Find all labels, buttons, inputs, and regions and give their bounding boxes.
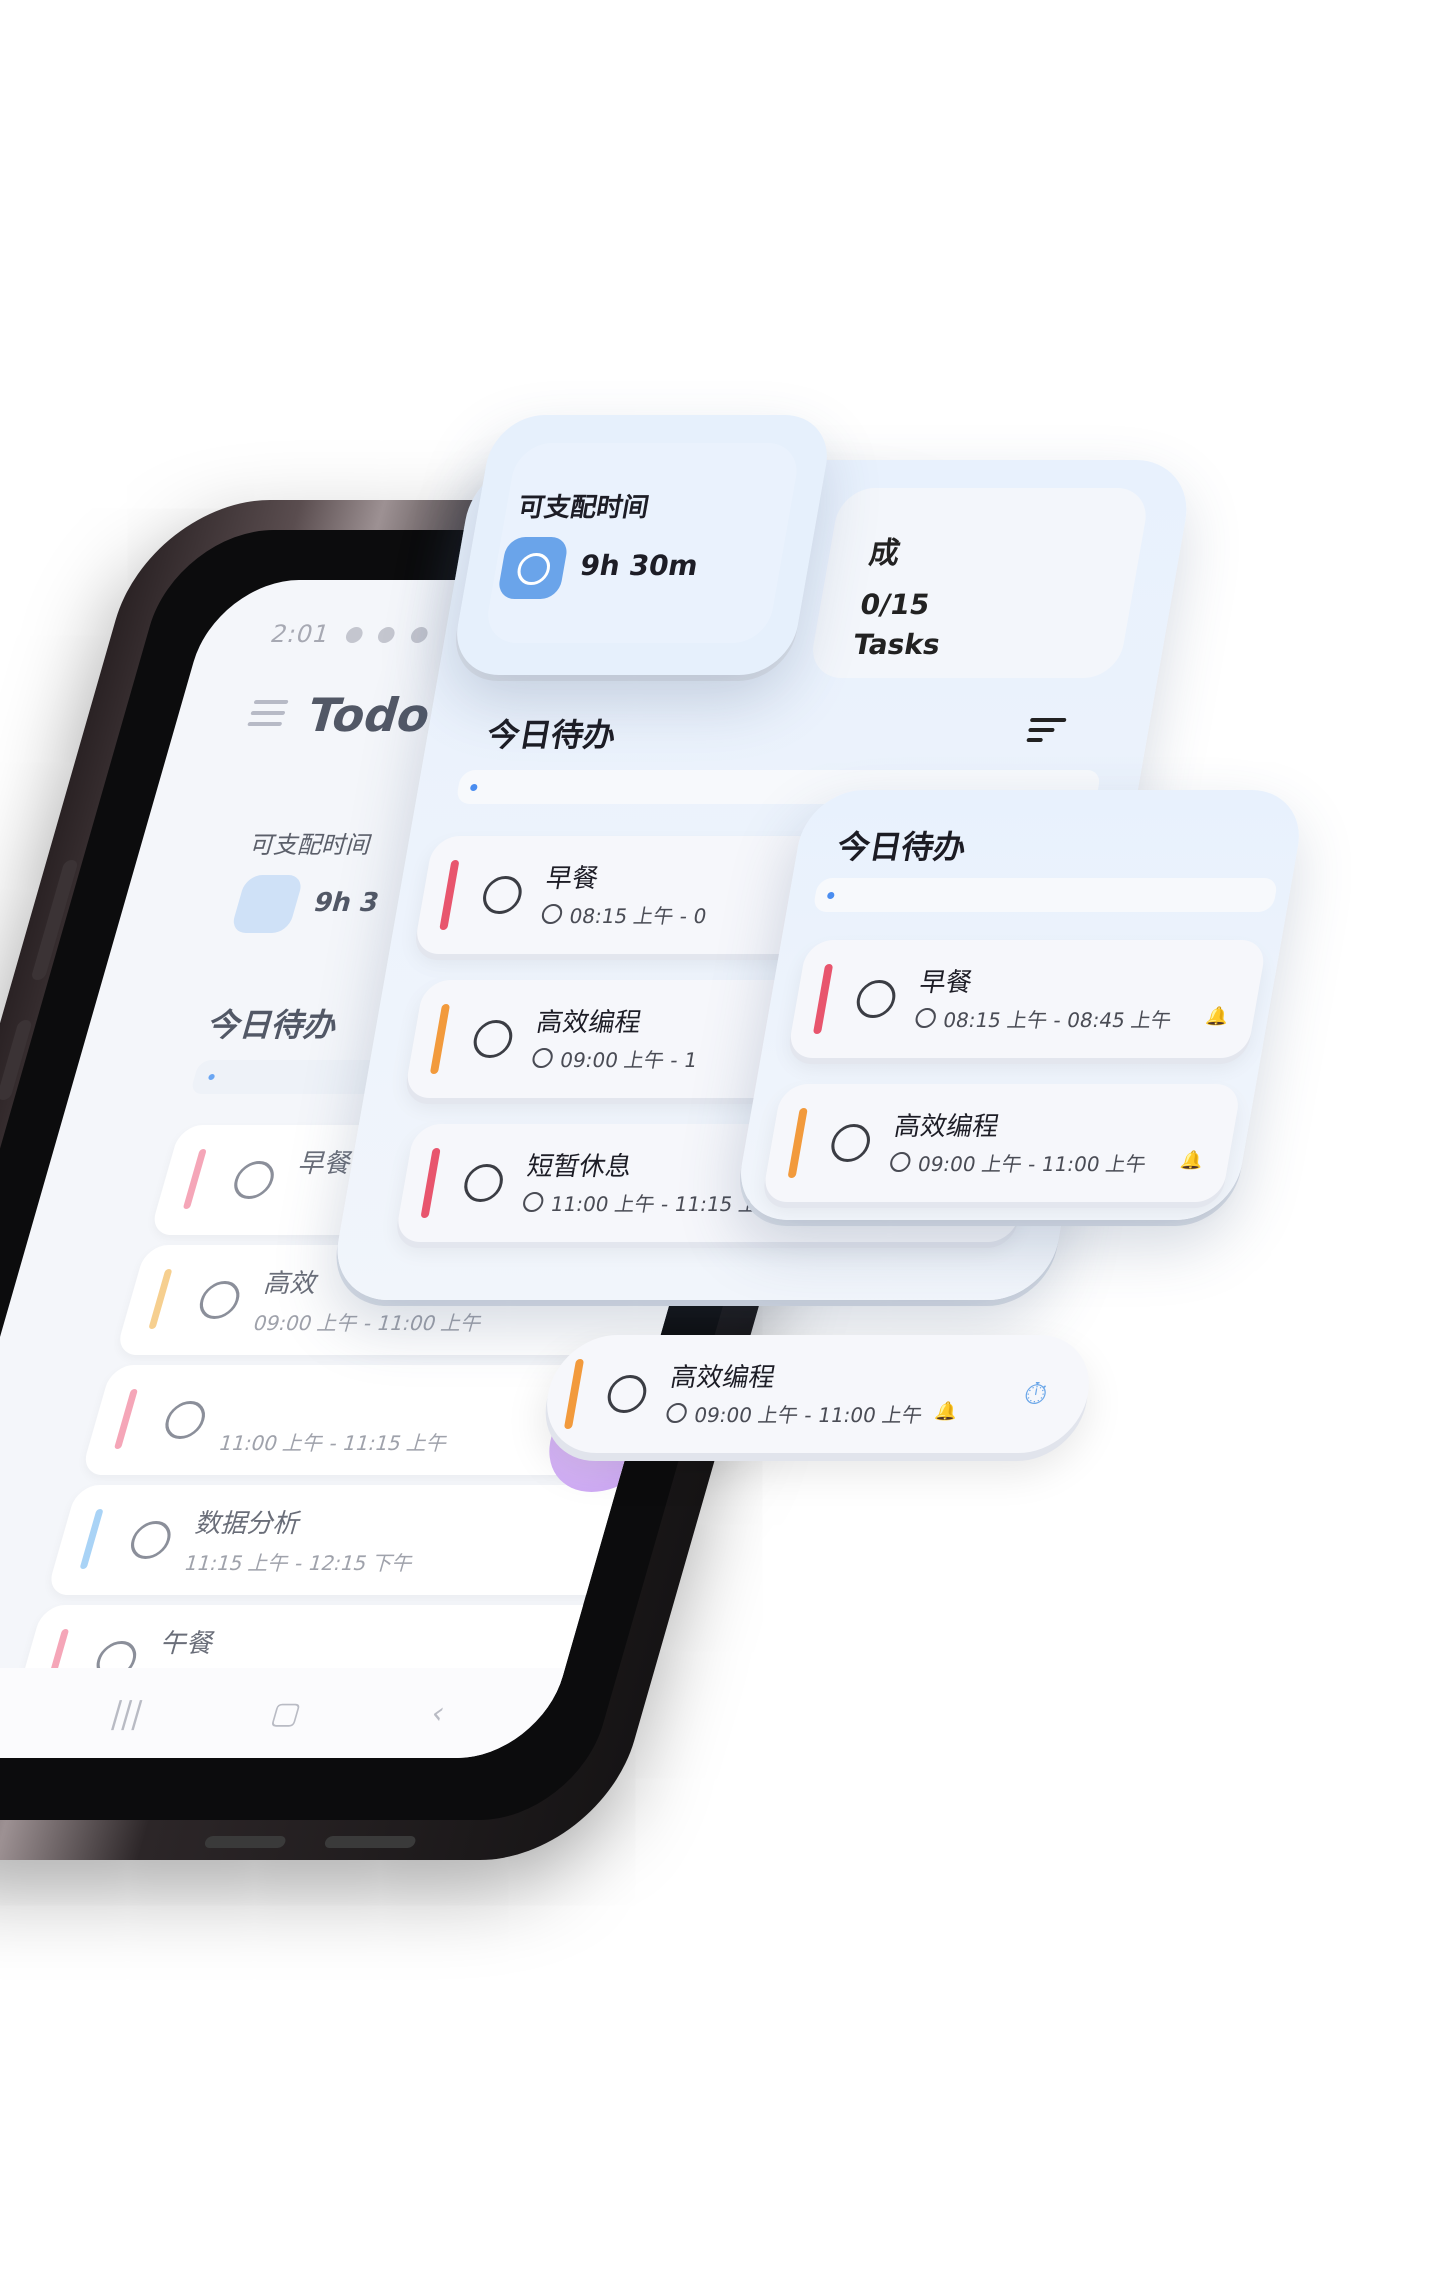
task-time: 11:00 上午 - 11:15 上午 xyxy=(216,1431,451,1455)
sync-icon xyxy=(408,627,430,643)
task-name: 早餐 xyxy=(295,1149,356,1179)
task-color-bar xyxy=(182,1149,207,1209)
task-checkbox[interactable] xyxy=(160,1401,210,1439)
task-color-bar xyxy=(439,860,460,930)
clock-icon xyxy=(530,1048,555,1068)
task-time: 09:00 上午 - 11:00 上午 xyxy=(692,1403,925,1427)
today-panel: 今日待办 早餐 08:15 上午 - 08:45 上午 🔔 高效编程 09:00 上午 … xyxy=(732,790,1308,1220)
clock-icon xyxy=(664,1403,689,1423)
usb-port xyxy=(323,1836,417,1848)
progress-bar xyxy=(812,878,1279,912)
today-todo-heading: 今日待办 xyxy=(834,828,970,866)
clock-icon xyxy=(913,1008,938,1028)
today-todo-heading: 今日待办 xyxy=(484,716,619,754)
task-color-bar xyxy=(429,1004,451,1074)
task-name: 高效编程 xyxy=(668,1363,778,1393)
home-button[interactable]: ▢ xyxy=(267,1696,305,1731)
tasks-count: 0/15 xyxy=(857,588,933,621)
task-item[interactable]: 高效编程 09:00 上午 - 11:00 上午 🔔 xyxy=(761,1084,1243,1202)
task-color-bar xyxy=(812,964,834,1034)
task-checkbox[interactable] xyxy=(470,1020,516,1058)
task-time: 08:15 上午 - 0 xyxy=(567,904,709,928)
task-name: 午餐 xyxy=(157,1629,219,1659)
task-name: 高效编程 xyxy=(534,1008,644,1038)
available-time-value: 9h 30m xyxy=(577,549,701,582)
available-time-label: 可支配时间 xyxy=(515,493,652,523)
task-name: 短暂休息 xyxy=(524,1152,635,1182)
task-item[interactable]: 数据分析 11:15 上午 - 12:15 下午 xyxy=(46,1485,638,1595)
task-checkbox[interactable] xyxy=(126,1521,176,1559)
task-checkbox[interactable] xyxy=(604,1375,650,1413)
tasks-label: Tasks xyxy=(850,628,943,661)
bell-icon: 🔔 xyxy=(933,1401,960,1422)
menu-icon[interactable] xyxy=(245,700,289,733)
task-time: 08:15 上午 - 08:45 上午 xyxy=(941,1008,1174,1032)
recent-apps-button[interactable]: ||| xyxy=(107,1696,147,1731)
available-time-panel: 可支配时间 9h 30m xyxy=(449,415,835,675)
task-name: 早餐 xyxy=(543,864,601,894)
task-color-bar xyxy=(420,1148,441,1218)
task-checkbox[interactable] xyxy=(195,1281,245,1319)
bell-icon: 🔔 xyxy=(1204,1006,1231,1027)
tiktok-icon xyxy=(343,627,365,643)
task-name: 高效编程 xyxy=(891,1112,1002,1142)
timer-icon[interactable]: ⏱ xyxy=(1021,1377,1051,1412)
task-checkbox[interactable] xyxy=(480,876,525,914)
speaker-grille xyxy=(203,1836,287,1848)
wechat-icon xyxy=(376,627,397,643)
status-time: 2:01 xyxy=(267,620,334,648)
task-color-bar xyxy=(787,1108,808,1178)
sort-icon[interactable] xyxy=(1025,718,1067,748)
back-button[interactable]: ‹ xyxy=(427,1696,449,1731)
task-checkbox[interactable] xyxy=(461,1164,506,1202)
task-name: 高效 xyxy=(260,1269,322,1299)
clock-icon xyxy=(540,904,564,924)
task-name: 早餐 xyxy=(917,968,975,998)
achievement-icon: 成 xyxy=(866,536,903,571)
task-time: 09:00 上午 - 11:00 上午 xyxy=(915,1152,1149,1176)
task-name: 数据分析 xyxy=(192,1509,305,1539)
task-checkbox[interactable] xyxy=(853,980,899,1018)
task-color-bar xyxy=(79,1509,104,1569)
task-checkbox[interactable] xyxy=(229,1161,279,1199)
app-title: Todo xyxy=(300,688,438,742)
available-time-value: 9h 3 xyxy=(310,888,383,918)
task-checkbox[interactable] xyxy=(828,1124,874,1162)
bell-icon: 🔔 xyxy=(1178,1150,1205,1171)
task-color-bar xyxy=(113,1389,139,1449)
task-time: 11:15 上午 - 12:15 下午 xyxy=(181,1551,417,1575)
task-item-pill[interactable]: 高效编程 09:00 上午 - 11:00 上午 🔔 ⏱ xyxy=(537,1335,1099,1453)
status-bar: 2:01 xyxy=(268,620,432,648)
today-todo-heading: 今日待办 xyxy=(204,1006,343,1044)
task-color-bar xyxy=(563,1359,585,1429)
clock-icon xyxy=(521,1192,545,1212)
system-nav-bar: ||| ▢ ‹ xyxy=(0,1668,566,1758)
clock-icon xyxy=(888,1152,913,1172)
task-item[interactable]: 早餐 08:15 上午 - 08:45 上午 🔔 xyxy=(786,940,1268,1058)
available-time-label: 可支配时间 xyxy=(247,831,376,859)
task-time: 09:00 上午 - 11:00 上午 xyxy=(250,1311,486,1335)
task-time: 09:00 上午 - 1 xyxy=(558,1048,700,1072)
task-color-bar xyxy=(148,1269,173,1329)
tasks-count-card: 成 0/15 Tasks xyxy=(807,488,1152,678)
clock-icon xyxy=(229,875,305,933)
